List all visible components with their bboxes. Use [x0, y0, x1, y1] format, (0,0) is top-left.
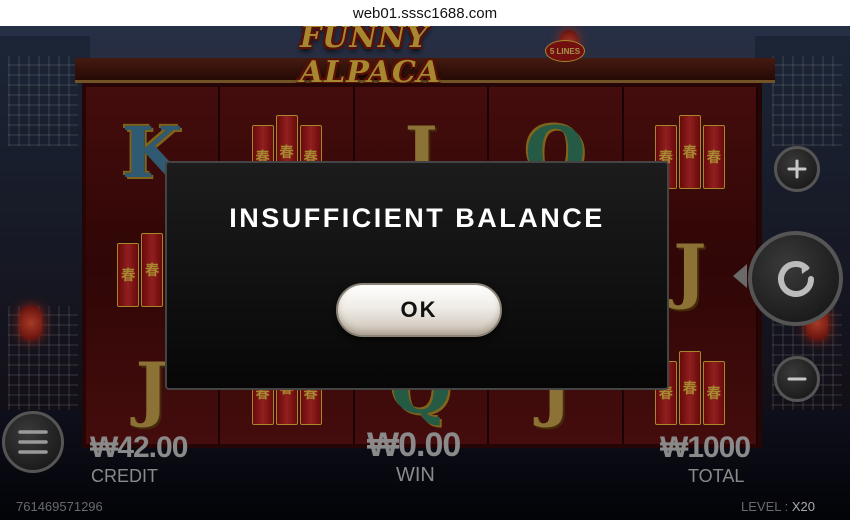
session-id: 761469571296 [16, 499, 103, 514]
total-label: TOTAL [688, 466, 745, 486]
dialog-message: INSUFFICIENT BALANCE [229, 203, 605, 233]
total-amount: ₩1000 [660, 431, 751, 464]
credit-amount: ₩42.00 [90, 431, 188, 464]
browser-url-bar[interactable]: web01.sssc1688.com [0, 0, 850, 26]
bet-decrease-button[interactable] [774, 356, 820, 402]
insufficient-balance-dialog: INSUFFICIENT BALANCE OK [165, 161, 669, 390]
ok-button[interactable]: OK [336, 283, 502, 337]
level-value: X20 [791, 499, 815, 514]
url-text: web01.sssc1688.com [352, 4, 498, 22]
game-canvas: FUNNY ALPACA 5 LINES K春春春J春春春春春春春春春J春春春Q… [0, 26, 850, 520]
credit-label: CREDIT [91, 466, 158, 486]
win-label: WIN [396, 464, 435, 486]
win-amount: ₩0.00 [367, 426, 461, 464]
plus-icon [787, 159, 807, 179]
minus-icon [787, 377, 807, 381]
hamburger-icon [18, 430, 48, 454]
refresh-icon [777, 260, 814, 297]
bet-level: LEVEL : X20 [741, 499, 815, 514]
level-label: LEVEL : [741, 499, 789, 514]
spin-button[interactable] [748, 231, 843, 326]
bet-increase-button[interactable] [774, 146, 820, 192]
spin-arrow-left-icon [733, 264, 747, 288]
menu-button[interactable] [2, 411, 64, 473]
